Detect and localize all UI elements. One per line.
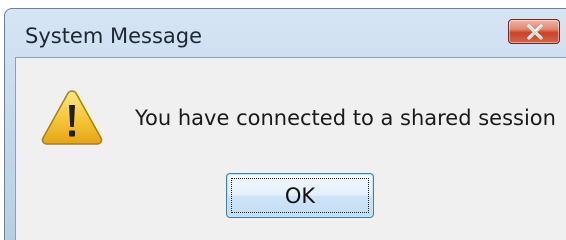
window-title: System Message — [25, 24, 203, 48]
ok-button[interactable]: OK — [226, 173, 374, 218]
system-message-window: System Message You have connected to a s… — [4, 8, 566, 240]
close-button[interactable] — [508, 19, 560, 44]
dialog-body: You have connected to a shared session O… — [15, 57, 566, 240]
ok-button-label: OK — [284, 183, 316, 208]
warning-icon — [40, 88, 104, 146]
dialog-message: You have connected to a shared session — [135, 106, 556, 130]
close-x-icon — [527, 24, 543, 40]
